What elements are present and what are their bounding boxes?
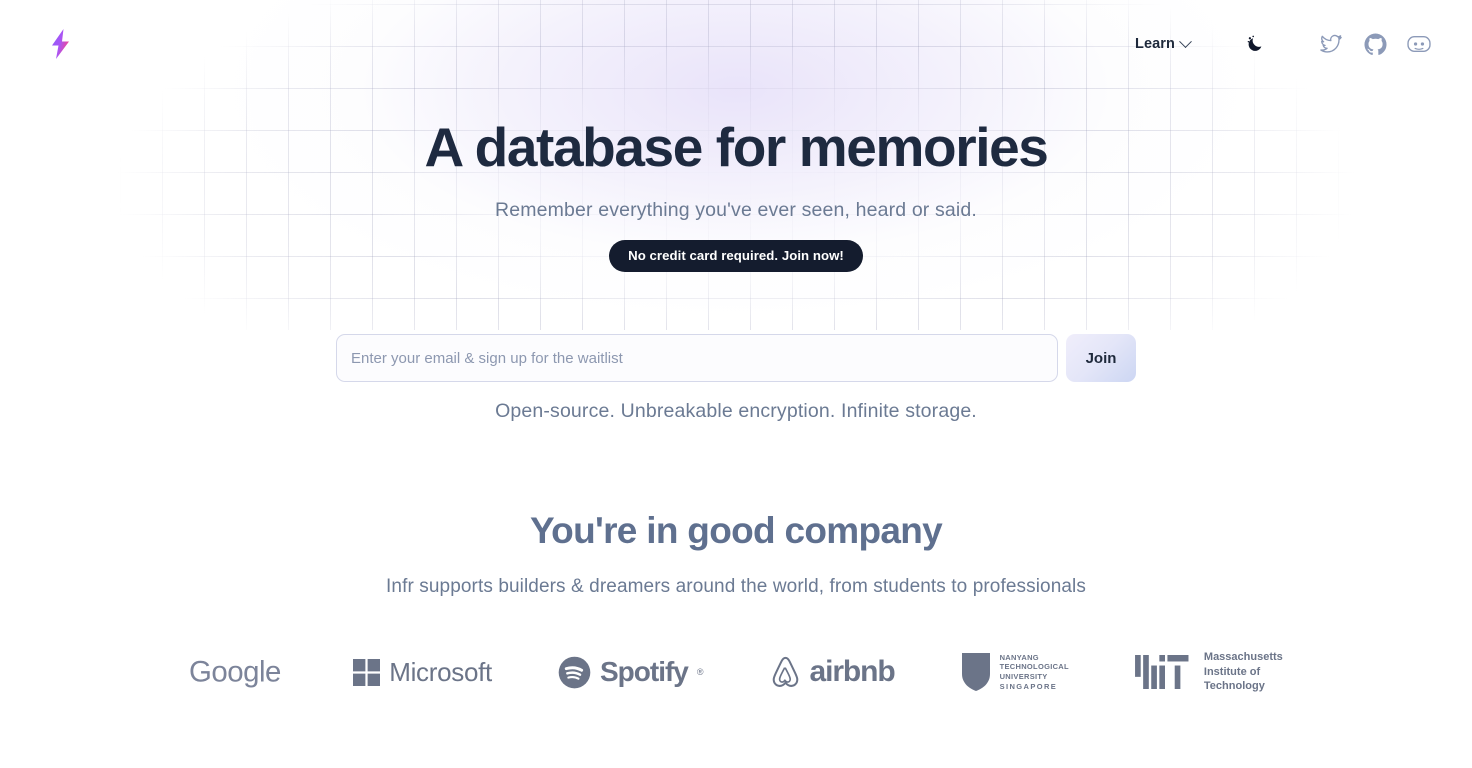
social-links [1318,31,1432,57]
github-icon [1363,32,1387,55]
feature-tagline: Open-source. Unbreakable encryption. Inf… [495,400,977,422]
nav-learn-menu[interactable]: Learn [1135,34,1192,52]
github-link[interactable] [1362,31,1388,57]
mit-mark-icon [1134,655,1189,689]
ntu-line-1: NANYANG [999,653,1039,663]
microsoft-squares-icon [353,658,381,686]
svg-text:Google: Google [189,655,281,688]
spotify-mark-icon [558,656,591,688]
company-section: You're in good company Infr supports bui… [0,510,1472,696]
google-wordmark-icon: Google [189,655,281,688]
ntu-logo: NANYANG TECHNOLOGICAL UNIVERSITY SINGAPO… [961,648,1069,696]
spotify-registered-mark: ® [696,667,704,677]
spotify-logo: Spotify ® [558,648,704,696]
discord-link[interactable] [1406,31,1432,57]
ntu-wordmark: NANYANG TECHNOLOGICAL UNIVERSITY SINGAPO… [1000,653,1069,691]
ntu-line-3: UNIVERSITY [999,671,1048,681]
airbnb-logo: airbnb [770,648,896,696]
mit-line-1: Massachusetts [1203,651,1283,664]
mit-logo: Massachusetts Institute of Technology [1134,648,1283,696]
microsoft-logo: Microsoft [353,648,492,696]
waitlist-signup-form: Join [336,334,1136,382]
theme-toggle-button[interactable] [1246,35,1264,53]
twitter-icon [1320,34,1342,53]
nav-learn-label: Learn [1135,36,1175,52]
spotify-label: Spotify [599,656,689,687]
badge-row: No credit card required. Join now! [0,240,1472,273]
page-title: A database for memories [424,116,1049,178]
mit-line-2: Institute of [1203,665,1261,678]
promo-badge[interactable]: No credit card required. Join now! [609,240,863,273]
company-logo-row: Google Microsoft Spotify ® airbnb NANYAN… [0,648,1472,696]
mit-wordmark: Massachusetts Institute of Technology [1204,650,1283,694]
top-navigation: Learn [0,0,1472,88]
ntu-line-4: SINGAPORE [999,681,1058,691]
company-subtitle: Infr supports builders & dreamers around… [386,576,1086,597]
brand-logo[interactable] [44,27,78,61]
discord-icon [1407,36,1431,52]
email-input[interactable] [336,334,1058,382]
google-logo: Google [189,648,287,696]
ntu-shield-icon [961,653,990,691]
ntu-line-2: TECHNOLOGICAL [999,662,1069,672]
mit-line-3: Technology [1203,680,1265,693]
chevron-down-icon [1179,34,1192,48]
microsoft-label: Microsoft [389,656,492,687]
airbnb-label: airbnb [809,655,896,688]
join-button[interactable]: Join [1066,334,1136,382]
lightning-bolt-icon [52,29,69,59]
moon-stars-icon [1247,35,1262,51]
airbnb-mark-icon [772,656,798,687]
company-title: You're in good company [529,510,943,551]
nav-right-group: Learn [1135,31,1432,57]
page-subtitle: Remember everything you've ever seen, he… [495,199,977,222]
twitter-link[interactable] [1318,31,1344,57]
